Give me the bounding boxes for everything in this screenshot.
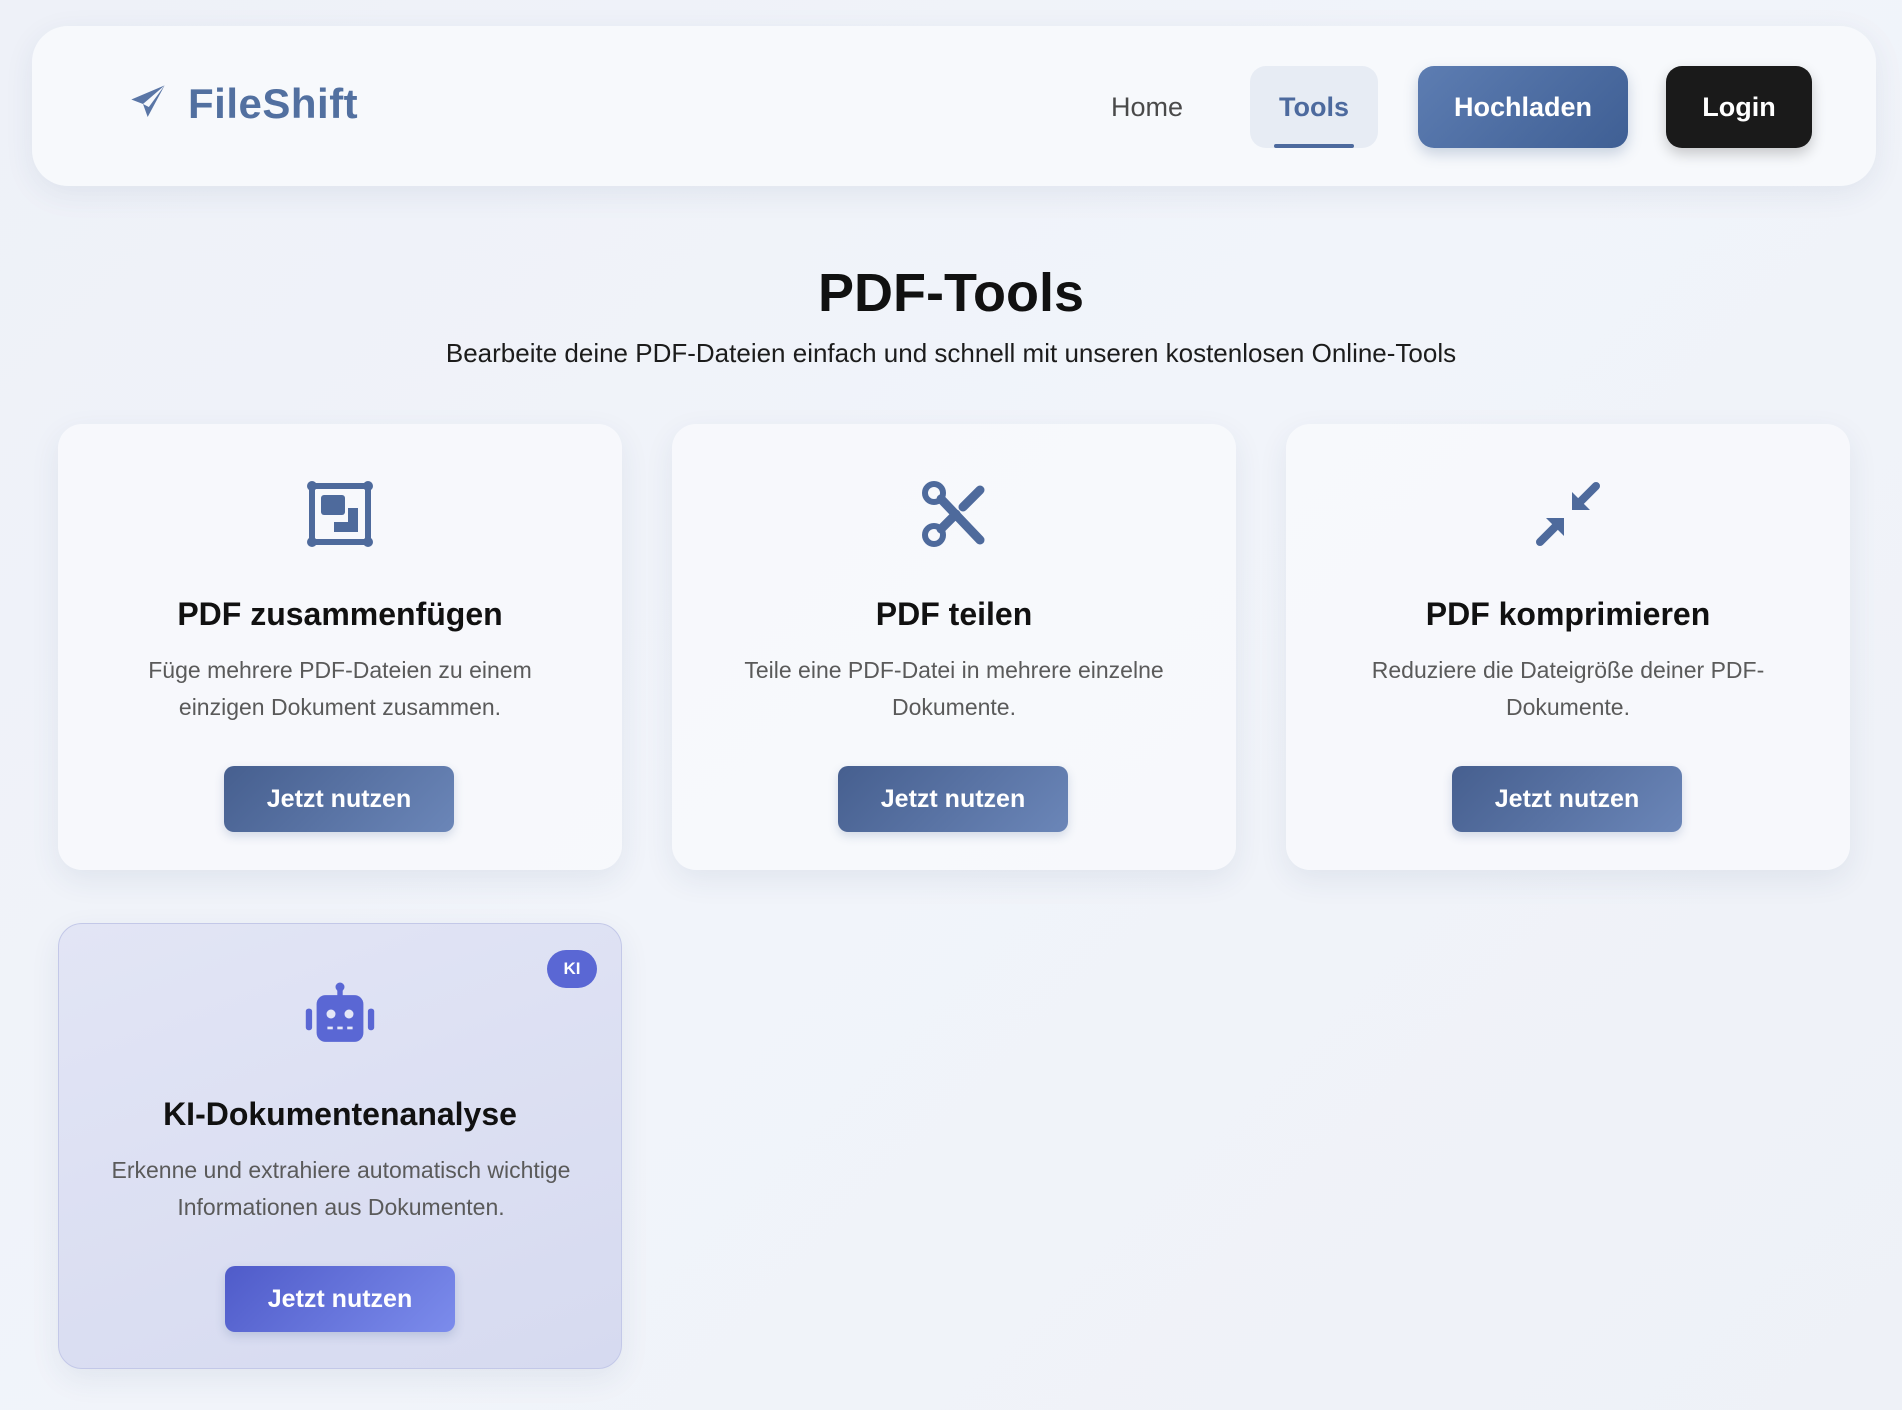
tool-card-description: Füge mehrere PDF-Dateien zu einem einzig…	[148, 657, 532, 720]
compress-icon	[1532, 478, 1604, 555]
tool-card-title: PDF teilen	[875, 596, 1033, 632]
robot-icon	[304, 978, 376, 1055]
merge-icon	[304, 478, 376, 555]
page-subtitle: Bearbeite deine PDF-Dateien einfach und …	[445, 338, 1457, 368]
tool-card-description: Teile eine PDF-Datei in mehrere einzelne…	[744, 657, 1164, 720]
brand-logo[interactable]: FileShift	[128, 80, 358, 128]
upload-button[interactable]: Hochladen	[1418, 66, 1628, 148]
use-merge-button[interactable]: Jetzt nutzen	[224, 766, 454, 832]
page-title: PDF-Tools	[818, 263, 1084, 323]
tool-card-title: PDF komprimieren	[1425, 596, 1711, 632]
tool-card-ai-analysis: KI KI-Dokumentenanalyse Erkenne und extr…	[58, 923, 622, 1369]
nav-tools-link[interactable]: Tools	[1250, 66, 1378, 148]
nav-home-link[interactable]: Home	[1082, 66, 1212, 148]
tool-card-compress: PDF komprimieren Reduziere die Dateigröß…	[1286, 424, 1850, 870]
use-ai-analysis-button[interactable]: Jetzt nutzen	[225, 1266, 455, 1332]
use-compress-button[interactable]: Jetzt nutzen	[1452, 766, 1682, 832]
brand-name: FileShift	[188, 80, 359, 127]
tool-card-split: PDF teilen Teile eine PDF-Datei in mehre…	[672, 424, 1236, 870]
tool-card-description: Reduziere die Dateigröße deiner PDF-Doku…	[1371, 657, 1765, 720]
scissors-icon	[918, 478, 990, 555]
use-split-button[interactable]: Jetzt nutzen	[838, 766, 1068, 832]
tool-card-title: PDF zusammenfügen	[177, 596, 503, 632]
paper-plane-icon	[128, 82, 168, 127]
top-navbar: FileShift Home Tools Hochladen Login	[32, 26, 1876, 186]
tool-card-merge: PDF zusammenfügen Füge mehrere PDF-Datei…	[58, 424, 622, 870]
tool-card-title: KI-Dokumentenanalyse	[163, 1096, 517, 1132]
login-button[interactable]: Login	[1666, 66, 1812, 148]
tool-card-description: Erkenne und extrahiere automatisch wicht…	[111, 1157, 571, 1220]
